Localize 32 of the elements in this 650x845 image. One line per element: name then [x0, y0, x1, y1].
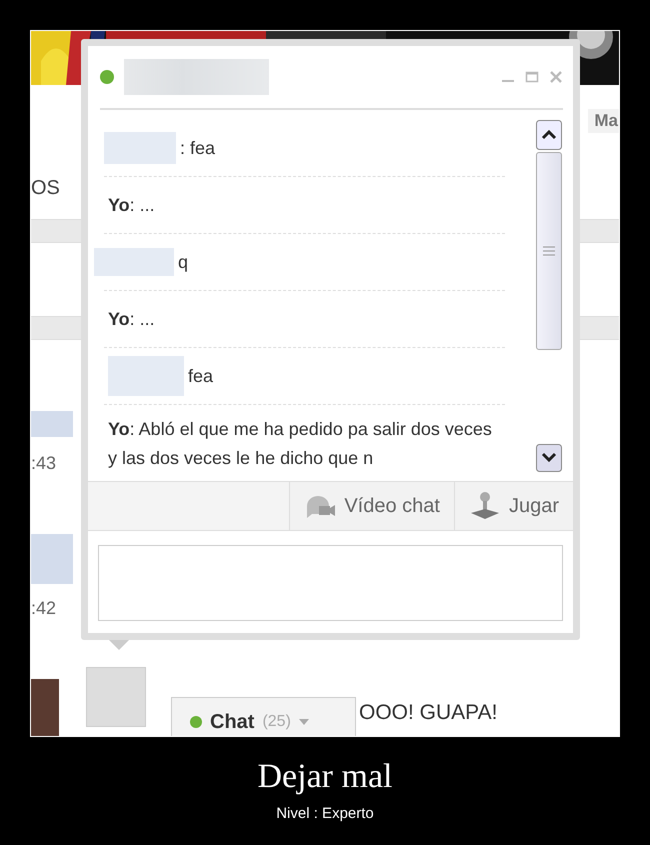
timestamp: :43: [31, 453, 56, 474]
avatar: [86, 667, 146, 727]
message-input[interactable]: [98, 545, 563, 621]
scroll-down-icon[interactable]: [536, 444, 562, 472]
chat-tab[interactable]: Chat (25): [171, 697, 356, 736]
grip-icon: [543, 246, 555, 256]
scrollbar[interactable]: [535, 120, 563, 472]
message-text: Yo: ...: [108, 308, 155, 331]
highlight-bar: [31, 411, 73, 437]
tab-label: Chat: [210, 710, 254, 734]
heading-text: OS: [31, 177, 60, 200]
close-icon[interactable]: [549, 70, 563, 84]
message-text: Yo: ...: [108, 194, 155, 217]
message-text: fea: [188, 364, 214, 388]
scroll-thumb[interactable]: [536, 152, 562, 350]
scroll-up-icon[interactable]: [536, 120, 562, 150]
highlight-bar: [31, 534, 73, 584]
joystick-icon: [468, 491, 501, 521]
message-text: : fea: [180, 136, 216, 160]
caret-icon: [298, 719, 309, 725]
poster-title: Dejar mal: [258, 757, 392, 797]
maximize-icon[interactable]: [525, 70, 539, 84]
message-text: q: [178, 250, 188, 274]
redacted-name: [104, 132, 176, 164]
timestamp: :42: [31, 598, 56, 619]
count-text: (25): [262, 713, 291, 731]
link-text[interactable]: Ma: [588, 109, 619, 133]
pointer-tail: [109, 640, 129, 650]
avatar: [31, 679, 59, 736]
message-text: Yo: Abló el que me ha pedido pa salir dos veces y las dos veces le he dicho que n: [108, 418, 493, 470]
post-text: OOO! GUAPA!: [359, 701, 498, 725]
poster-subtitle: Nivel : Experto: [276, 805, 374, 822]
